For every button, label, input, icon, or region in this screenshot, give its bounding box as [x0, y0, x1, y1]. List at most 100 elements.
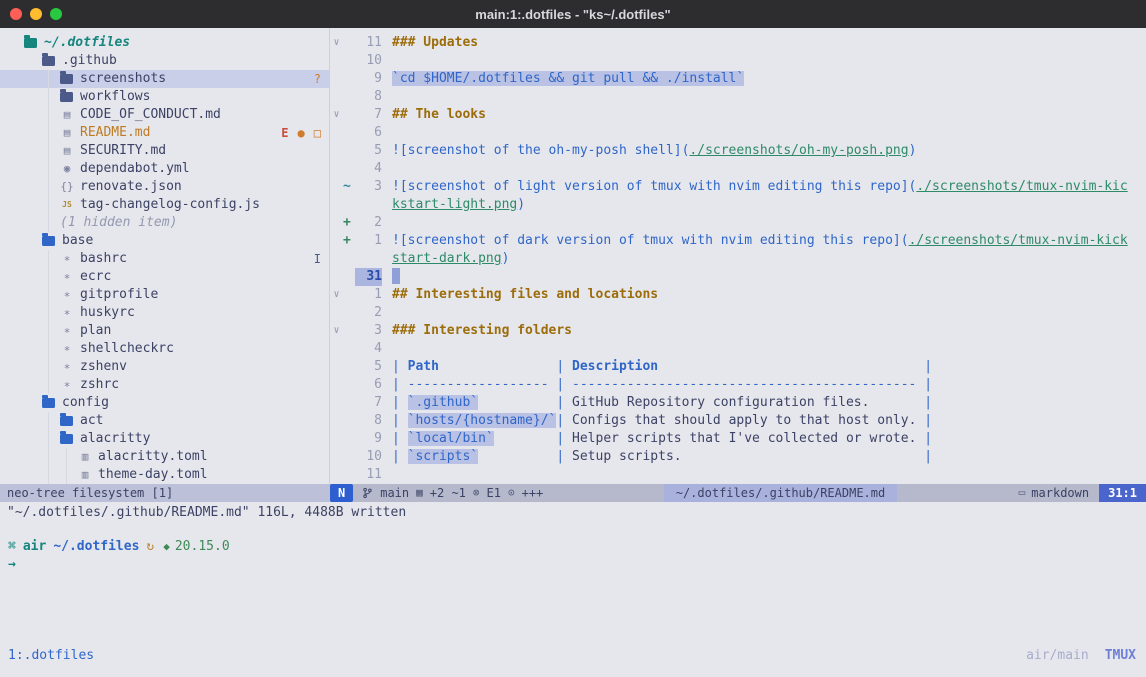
tree-row-workflows[interactable]: workflows	[0, 88, 329, 106]
editor-pane[interactable]: ∨11### Updates109`cd $HOME/.dotfiles && …	[330, 28, 1146, 484]
zoom-button[interactable]	[50, 8, 62, 20]
line-text: | `scripts` | Setup scripts. |	[392, 448, 932, 466]
editor-line[interactable]: +2	[330, 214, 1146, 232]
statusline: N main ▦ +2 ~1 ⊗ E1 ⊙ +++ ~/.dotfiles/.g…	[330, 484, 1146, 502]
line-number: 2	[355, 214, 382, 232]
line-number: 2	[355, 304, 382, 322]
syntax-segment: )	[517, 197, 525, 212]
editor-line[interactable]: 6| ------------------ | ----------------…	[330, 376, 1146, 394]
editor-line[interactable]: ~3![screenshot of light version of tmux …	[330, 178, 1146, 196]
tree-label: renovate.json	[80, 178, 182, 196]
editor-line[interactable]: ∨3### Interesting folders	[330, 322, 1146, 340]
tmux-window[interactable]: 1:.dotfiles	[8, 648, 94, 663]
tree-row-huskyrc[interactable]: ∗huskyrc	[0, 304, 329, 322]
tree-row-ecrc[interactable]: ∗ecrc	[0, 268, 329, 286]
folder-icon	[60, 74, 73, 84]
editor-line[interactable]: 10	[330, 52, 1146, 70]
fold-column	[330, 466, 343, 484]
editor-line[interactable]: kstart-light.png)	[330, 196, 1146, 214]
editor-line[interactable]: 2	[330, 304, 1146, 322]
tree-row-gitprofile[interactable]: ∗ gitprofile	[0, 286, 329, 304]
editor-line[interactable]: 4	[330, 160, 1146, 178]
tree-row-act[interactable]: act	[0, 412, 329, 430]
diagnostics-icon: ⊗	[473, 484, 480, 502]
window-titlebar: main:1:.dotfiles - "ks~/.dotfiles"	[0, 0, 1146, 28]
traffic-lights	[10, 8, 62, 20]
editor-line[interactable]: 7| `.github` | GitHub Repository configu…	[330, 394, 1146, 412]
tree-row-dotfiles[interactable]: ~/.dotfiles	[0, 34, 329, 52]
minimize-button[interactable]	[30, 8, 42, 20]
tree-label: (1 hidden item)	[60, 214, 177, 232]
editor-line[interactable]: 8	[330, 88, 1146, 106]
fold-open-icon: ∨	[330, 34, 343, 52]
git-sign: ~	[343, 178, 355, 196]
editor-line[interactable]: 8| `hosts/{hostname}/`| Configs that sho…	[330, 412, 1146, 430]
tree-row-github[interactable]: .github	[0, 52, 329, 70]
statusline-filename: ~/.dotfiles/.github/README.md	[664, 484, 898, 502]
syntax-segment: GitHub Repository configuration files.	[572, 395, 869, 410]
tree-row-renovate-json[interactable]: {}renovate.json	[0, 178, 329, 196]
tree-row-shellcheckrc[interactable]: ∗shellcheckrc	[0, 340, 329, 358]
tree-row-1-hidden-item[interactable]: (1 hidden item)	[0, 214, 329, 232]
diff-stats: +2 ~1	[430, 484, 466, 502]
shell-icon: ∗	[60, 286, 74, 304]
editor-line[interactable]: 9| `local/bin` | Helper scripts that I'v…	[330, 430, 1146, 448]
folder-icon	[60, 434, 73, 444]
fold-column	[330, 394, 343, 412]
status-badge: E	[281, 124, 288, 142]
editor-line[interactable]: 9`cd $HOME/.dotfiles && git pull && ./in…	[330, 70, 1146, 88]
tree-row-tag-changelog-config-js[interactable]: JStag-changelog-config.js	[0, 196, 329, 214]
tree-label: act	[80, 412, 103, 430]
tree-row-zshrc[interactable]: ∗zshrc	[0, 376, 329, 394]
tree-row-code-of-conduct-md[interactable]: ▤CODE_OF_CONDUCT.md	[0, 106, 329, 124]
line-text: start-dark.png)	[392, 250, 509, 268]
tree-label: zshrc	[80, 376, 119, 394]
editor-line[interactable]: 11	[330, 466, 1146, 484]
tree-label: gitprofile	[80, 286, 158, 304]
syntax-segment: `hosts/{hostname}/`	[408, 413, 557, 428]
editor-line[interactable]: 4	[330, 340, 1146, 358]
line-text: ![screenshot of light version of tmux wi…	[392, 178, 1128, 196]
tree-row-security-md[interactable]: ▤SECURITY.md	[0, 142, 329, 160]
syntax-segment: ### Interesting folders	[392, 323, 572, 338]
tree-row-bashrc[interactable]: ∗bashrcI	[0, 250, 329, 268]
tree-label: plan	[80, 322, 111, 340]
tree-row-readme-md[interactable]: ▤README.mdE●□	[0, 124, 329, 142]
line-text: ![screenshot of the oh-my-posh shell](./…	[392, 142, 916, 160]
line-text: `cd $HOME/.dotfiles && git pull && ./ins…	[392, 70, 744, 88]
syntax-segment: |	[392, 449, 408, 464]
tree-row-screenshots[interactable]: screenshots?	[0, 70, 329, 88]
editor-line[interactable]: 6	[330, 124, 1146, 142]
tree-row-alacritty[interactable]: alacritty	[0, 430, 329, 448]
tree-row-base[interactable]: base	[0, 232, 329, 250]
tree-row-theme-day-toml[interactable]: ▥theme-day.toml	[0, 466, 329, 484]
git-sign: +	[343, 232, 355, 250]
fold-column	[330, 340, 343, 358]
editor-line[interactable]: 5![screenshot of the oh-my-posh shell](.…	[330, 142, 1146, 160]
editor-line[interactable]: 31	[330, 268, 1146, 286]
tree-row-plan[interactable]: ∗plan	[0, 322, 329, 340]
tree-row-alacritty-toml[interactable]: ▥alacritty.toml	[0, 448, 329, 466]
editor-line[interactable]: start-dark.png)	[330, 250, 1146, 268]
git-branch-icon	[362, 487, 373, 499]
tree-label: ecrc	[80, 268, 111, 286]
sign-column	[343, 142, 355, 160]
editor-line[interactable]: ∨7## The looks	[330, 106, 1146, 124]
folder-icon	[60, 92, 73, 102]
tree-row-zshenv[interactable]: ∗zshenv	[0, 358, 329, 376]
node-version: 20.15.0	[175, 538, 230, 556]
tree-label: ~/.dotfiles	[44, 34, 130, 52]
editor-line[interactable]: ∨1## Interesting files and locations	[330, 286, 1146, 304]
nvim-area: ~/.dotfiles.githubscreenshots?workflows▤…	[0, 28, 1146, 484]
close-button[interactable]	[10, 8, 22, 20]
syntax-segment: ## The looks	[392, 107, 486, 122]
tree-row-config[interactable]: config	[0, 394, 329, 412]
prompt-arrow-icon[interactable]: →	[8, 556, 1146, 574]
editor-line[interactable]: +1![screenshot of dark version of tmux w…	[330, 232, 1146, 250]
editor-line[interactable]: ∨11### Updates	[330, 34, 1146, 52]
tree-row-dependabot-yml[interactable]: ◉dependabot.yml	[0, 160, 329, 178]
git-sign: +	[343, 214, 355, 232]
editor-line[interactable]: 10| `scripts` | Setup scripts. |	[330, 448, 1146, 466]
editor-line[interactable]: 5| Path | Description |	[330, 358, 1146, 376]
apple-icon: ⌘	[8, 538, 16, 556]
